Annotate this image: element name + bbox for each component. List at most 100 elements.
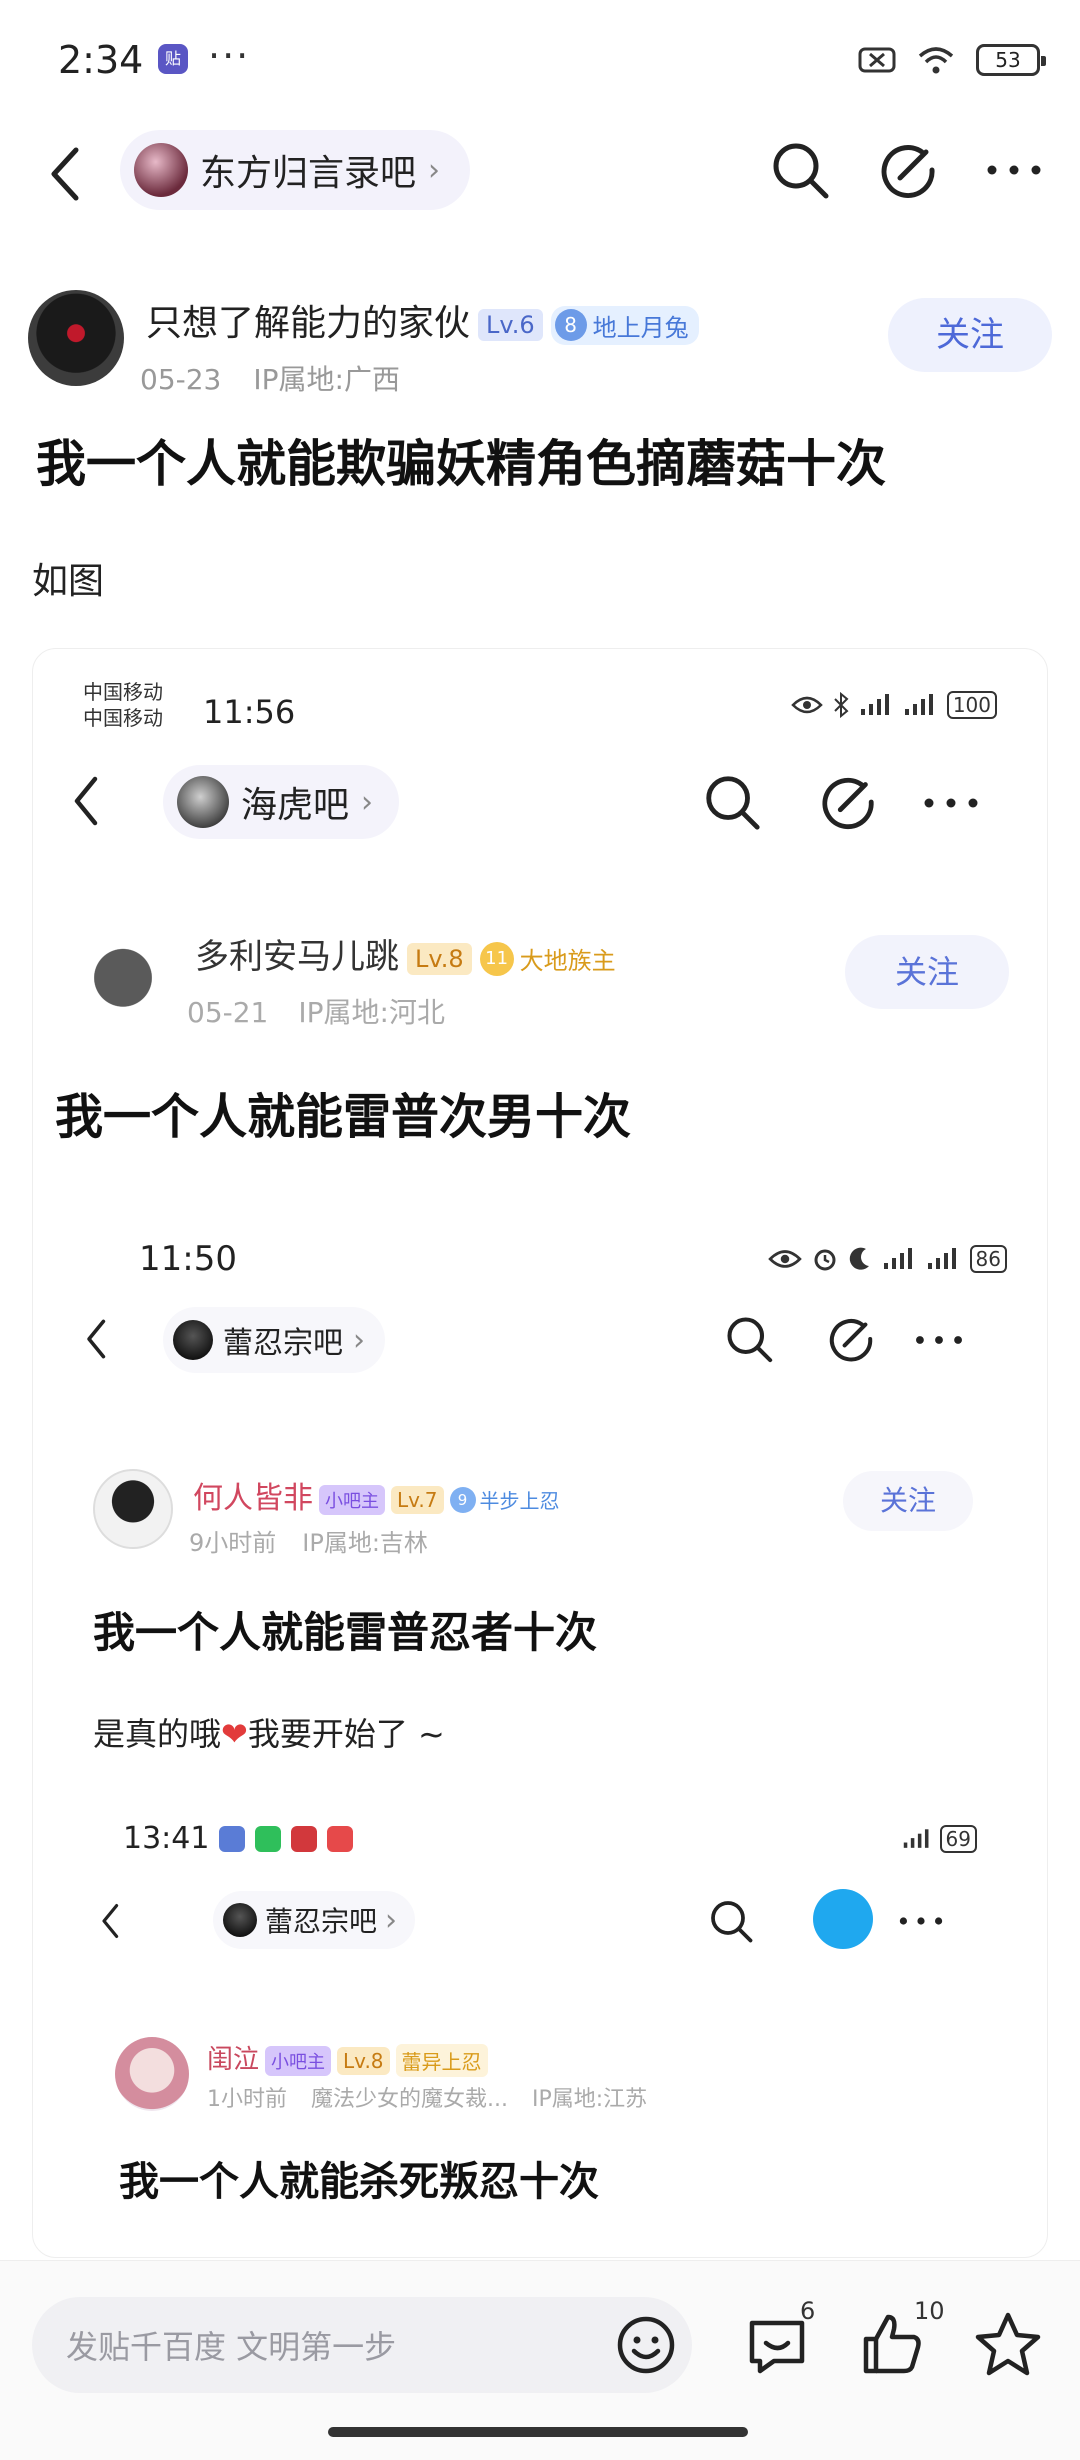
nested-body-after: 我要开始了 ~: [247, 1715, 445, 1753]
nested-post-title: 我一个人就能雷普忍者十次: [93, 1608, 598, 1657]
forum-pill[interactable]: 东方归言录吧 ›: [120, 130, 471, 210]
person-icon: [219, 1825, 246, 1852]
wifi-icon: [918, 47, 954, 74]
signal-icon-2: [927, 1248, 956, 1269]
nested-more-icon: [916, 1336, 962, 1344]
nested2-more-icon: [899, 1917, 943, 1925]
nested-avatar: [93, 1469, 173, 1549]
nested-author-row: 何人皆非 小吧主 Lv.7 9 半步上忍 9小时前 IP属地:吉林 关注: [93, 1469, 993, 1569]
embedded-edit-icon: [822, 777, 874, 830]
nested-author-line: 何人皆非 小吧主 Lv.7 9 半步上忍: [193, 1473, 560, 1517]
embedded-search-icon: [706, 776, 760, 830]
chevron-right-icon: ›: [428, 152, 441, 188]
qq-icon: [813, 1889, 873, 1949]
nested2-subtitle: 魔法少女的魔女裁...: [311, 2087, 508, 2112]
status-more-icon: ···: [208, 34, 251, 78]
nested2-forum-name: 蕾忍宗吧: [265, 1905, 378, 1938]
like-count: 10: [914, 2297, 945, 2325]
top-navigation: 东方归言录吧 ›: [0, 120, 1080, 220]
nav-actions: [768, 138, 1044, 202]
comment-input[interactable]: 发贴千百度 文明第一步: [32, 2297, 692, 2393]
level-badge: Lv.6: [478, 309, 543, 341]
emoji-icon[interactable]: [614, 2313, 678, 2377]
nested-follow-button: 关注: [843, 1471, 973, 1531]
message-icon: [327, 1825, 354, 1852]
nested-time: 11:50: [139, 1239, 237, 1279]
nested2-author-row: 闺泣 小吧主 Lv.8 蕾异上忍 1小时前 魔法少女的魔女裁... IP属地:江苏: [115, 2037, 975, 2127]
embedded-date: 05-21: [187, 996, 269, 1029]
bluetooth-icon: [834, 692, 849, 718]
nested2-author-name: 闺泣: [207, 2045, 260, 2075]
nested-meta: 9小时前 IP属地:吉林: [189, 1523, 454, 1558]
nested-ip: IP属地:吉林: [302, 1529, 428, 1557]
comment-count: 6: [800, 2297, 816, 2325]
nested2-time: 13:41: [123, 1821, 210, 1856]
signal-icon: [903, 1829, 929, 1848]
nested-medal-title: 半步上忍: [479, 1489, 560, 1513]
star-icon[interactable]: [972, 2309, 1044, 2381]
nested-role-tag: 小吧主: [319, 1484, 385, 1515]
embedded-medal-number: 11: [479, 941, 514, 976]
app-icon: [291, 1825, 318, 1852]
back-arrow-icon[interactable]: [42, 144, 92, 204]
nested2-back-icon: [102, 1904, 119, 1938]
eye-icon: [791, 696, 823, 714]
nested2-ip: IP属地:江苏: [531, 2087, 648, 2112]
embedded-author-line: 多利安马儿跳 Lv.8 11 大地族主: [195, 929, 616, 978]
nested-body-before: 是真的哦: [93, 1715, 222, 1753]
more-icon[interactable]: [984, 160, 1044, 180]
nested-status-right: 86: [767, 1245, 1007, 1273]
embedded-ip: IP属地:河北: [298, 996, 445, 1029]
nested-battery: 86: [969, 1245, 1007, 1273]
author-row: 只想了解能力的家伙 Lv.6 8 地上月兔 05-23 IP属地:广西 关注: [28, 290, 1052, 400]
embedded-time: 11:56: [203, 693, 296, 731]
post-ip: IP属地:广西: [253, 363, 400, 396]
bottom-bar: 发贴千百度 文明第一步 6 10: [0, 2260, 1080, 2460]
medal-number: 8: [554, 309, 587, 341]
embedded-carrier-2: 中国移动: [83, 706, 163, 730]
nested-back-icon: [87, 1319, 106, 1359]
signal-icon: [860, 694, 889, 715]
search-icon[interactable]: [768, 138, 832, 202]
medal-title: 地上月兔: [592, 313, 689, 342]
nested2-status-left: 13:41: [123, 1821, 354, 1856]
ninja-avatar-icon: [223, 1903, 257, 1937]
chevron-right-icon: ›: [385, 1902, 398, 1938]
author-name[interactable]: 只想了解能力的家伙: [146, 303, 470, 344]
embedded-level-badge: Lv.8: [407, 942, 472, 975]
eye-icon: [767, 1250, 802, 1268]
embedded-status: 中国移动 中国移动 11:56: [83, 679, 295, 731]
nested2-status-right: 69: [902, 1825, 977, 1853]
embedded-more-icon: [924, 798, 978, 808]
embedded-nav: 海虎吧 ›: [33, 757, 1047, 847]
embedded-author-row: 多利安马儿跳 Lv.8 11 大地族主 05-21 IP属地:河北 关注: [75, 925, 1025, 1035]
nested-time-ago: 9小时前: [189, 1529, 277, 1557]
author-name-line: 只想了解能力的家伙 Lv.6 8 地上月兔: [146, 294, 699, 346]
medal-badge: 8 地上月兔: [550, 305, 699, 345]
embedded-carrier-1: 中国移动: [83, 680, 163, 704]
status-time: 2:34: [58, 38, 144, 82]
signal-icon-2: [904, 694, 933, 715]
nested-search-icon: [727, 1317, 773, 1363]
embedded-meta: 05-21 IP属地:河北: [187, 991, 475, 1031]
nested-post-body: 是真的哦❤我要开始了 ~: [93, 1709, 445, 1755]
chevron-right-icon: ›: [353, 1322, 365, 1358]
nested-level-badge: Lv.7: [391, 1485, 444, 1514]
nested-author-name: 何人皆非: [193, 1481, 313, 1516]
post-image[interactable]: 中国移动 中国移动 11:56 100 海虎吧 › 多利安马儿跳 Lv.8 11 大地…: [32, 648, 1048, 2258]
follow-button[interactable]: 关注: [888, 298, 1052, 372]
signal-off-icon: [858, 47, 896, 73]
forum-name: 东方归言录吧: [200, 153, 417, 194]
nested-edit-icon: [829, 1319, 873, 1362]
nested-medal-number: 9: [449, 1486, 476, 1513]
wechat-icon: [255, 1825, 282, 1852]
post-title: 我一个人就能欺骗妖精角色摘蘑菇十次: [36, 435, 886, 493]
nested-forum-pill: 蕾忍宗吧 ›: [163, 1307, 385, 1373]
embedded-battery: 100: [946, 691, 997, 719]
battery-icon: 53: [976, 44, 1046, 76]
alarm-icon: [814, 1249, 836, 1271]
nested2-search-icon: [711, 1901, 753, 1943]
edit-icon[interactable]: [878, 140, 938, 200]
avatar[interactable]: [28, 290, 124, 386]
home-indicator[interactable]: [328, 2427, 748, 2437]
